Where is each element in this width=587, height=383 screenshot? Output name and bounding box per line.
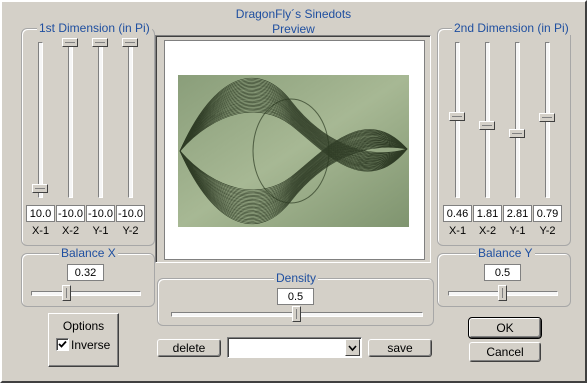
balance-y-thumb[interactable] [498, 285, 507, 301]
ok-button-label: OK [496, 321, 514, 335]
slider-label-x-2: X-2 [478, 225, 497, 237]
slider-track-y-1[interactable] [515, 42, 520, 198]
slider-label-y-1: Y-1 [509, 225, 526, 237]
inverse-checkbox[interactable] [56, 338, 69, 351]
slider-label-x-1: X-1 [31, 225, 50, 237]
dim2-title: 2nd Dimension (in Pi) [452, 21, 571, 35]
slider-label-y-1: Y-1 [92, 225, 109, 237]
check-icon [58, 340, 67, 348]
slider-track-x-2[interactable] [485, 42, 490, 198]
slider-value-x-2[interactable]: -10.0 [56, 205, 85, 222]
slider-value-x-1[interactable]: 10.0 [26, 205, 55, 222]
slider-thumb-y-1[interactable] [509, 128, 525, 138]
slider-value-y-2[interactable]: 0.79 [533, 205, 562, 222]
dropdown-button[interactable] [345, 339, 360, 356]
density-value[interactable]: 0.5 [277, 288, 314, 305]
save-button[interactable]: save [368, 339, 432, 357]
slider-value-x-1[interactable]: 0.46 [443, 205, 472, 222]
balance-x-title: Balance X [59, 246, 118, 260]
slider-label-y-2: Y-2 [539, 225, 556, 237]
balance-x-track[interactable] [31, 291, 141, 296]
density-thumb[interactable] [292, 306, 301, 322]
slider-label-x-2: X-2 [61, 225, 80, 237]
balance-y-value[interactable]: 0.5 [484, 264, 521, 281]
density-title: Density [274, 271, 319, 285]
chevron-down-icon [348, 345, 357, 352]
window-title: DragonFly´s Sinedots [235, 7, 352, 21]
cancel-button-label: Cancel [486, 345, 524, 359]
dim1-title: 1st Dimension (in Pi) [37, 21, 152, 35]
inverse-label[interactable]: Inverse [71, 338, 110, 352]
slider-label-y-2: Y-2 [122, 225, 139, 237]
slider-value-y-1[interactable]: 2.81 [503, 205, 532, 222]
slider-thumb-y-2[interactable] [539, 113, 555, 123]
slider-value-x-2[interactable]: 1.81 [473, 205, 502, 222]
slider-track-y-1[interactable] [98, 42, 103, 198]
slider-thumb-x-1[interactable] [449, 111, 465, 121]
options-title: Options [62, 319, 105, 333]
slider-thumb-y-1[interactable] [92, 38, 108, 47]
cancel-button[interactable]: Cancel [469, 342, 541, 362]
balance-x-thumb[interactable] [61, 285, 71, 301]
slider-value-y-2[interactable]: -10.0 [116, 205, 145, 222]
save-button-label: save [387, 341, 413, 355]
preview-label: Preview [272, 22, 315, 36]
ok-button[interactable]: OK [468, 317, 542, 339]
delete-button-label: delete [172, 341, 206, 355]
balance-x-value[interactable]: 0.32 [67, 264, 104, 281]
preview-canvas [164, 40, 425, 260]
slider-thumb-y-2[interactable] [122, 38, 138, 47]
slider-thumb-x-1[interactable] [32, 184, 48, 194]
sinedots-preview-image [178, 75, 409, 227]
preset-select[interactable] [227, 337, 362, 358]
slider-track-y-2[interactable] [128, 42, 133, 198]
slider-track-x-1[interactable] [38, 42, 43, 198]
delete-button[interactable]: delete [157, 339, 221, 357]
balance-y-title: Balance Y [476, 246, 535, 260]
slider-track-x-2[interactable] [68, 42, 73, 198]
slider-thumb-x-2[interactable] [479, 121, 495, 131]
slider-label-x-1: X-1 [448, 225, 467, 237]
slider-value-y-1[interactable]: -10.0 [86, 205, 115, 222]
slider-thumb-x-2[interactable] [62, 38, 78, 47]
